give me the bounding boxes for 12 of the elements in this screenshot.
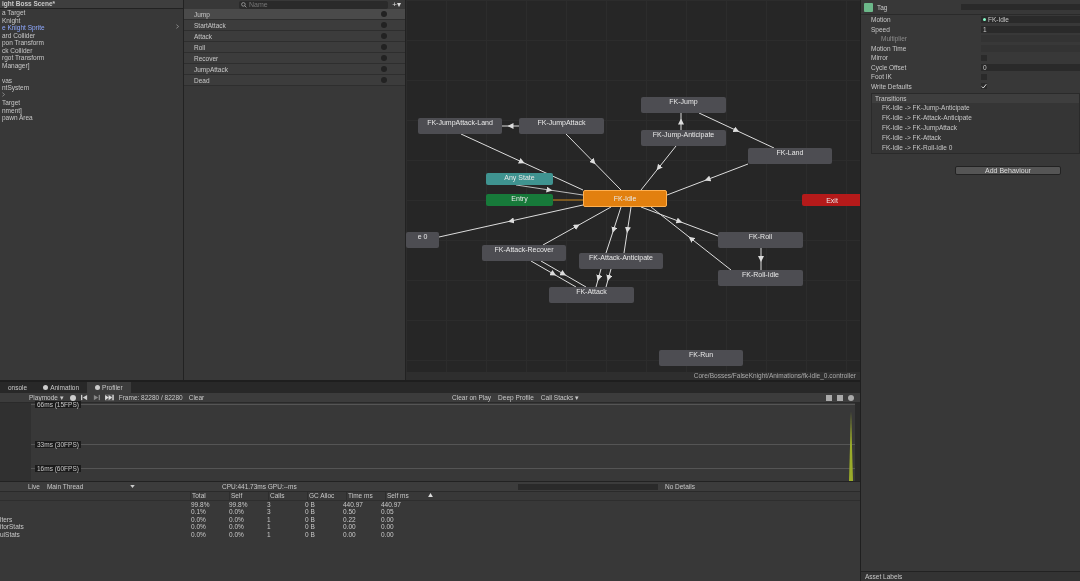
step-back-icon[interactable] <box>80 394 88 401</box>
checkbox[interactable] <box>981 83 987 90</box>
record-icon[interactable] <box>69 394 76 401</box>
state-icon <box>864 2 873 12</box>
caret-icon <box>129 485 135 488</box>
search-field[interactable] <box>517 483 658 490</box>
skip-to-end-icon[interactable] <box>104 394 114 401</box>
scrollbar[interactable] <box>855 403 860 481</box>
sort-arrow-icon[interactable] <box>428 493 433 497</box>
step-forward-icon[interactable] <box>92 394 100 401</box>
add-parameter-button[interactable]: +▾ <box>392 0 401 9</box>
search-icon <box>241 1 247 8</box>
